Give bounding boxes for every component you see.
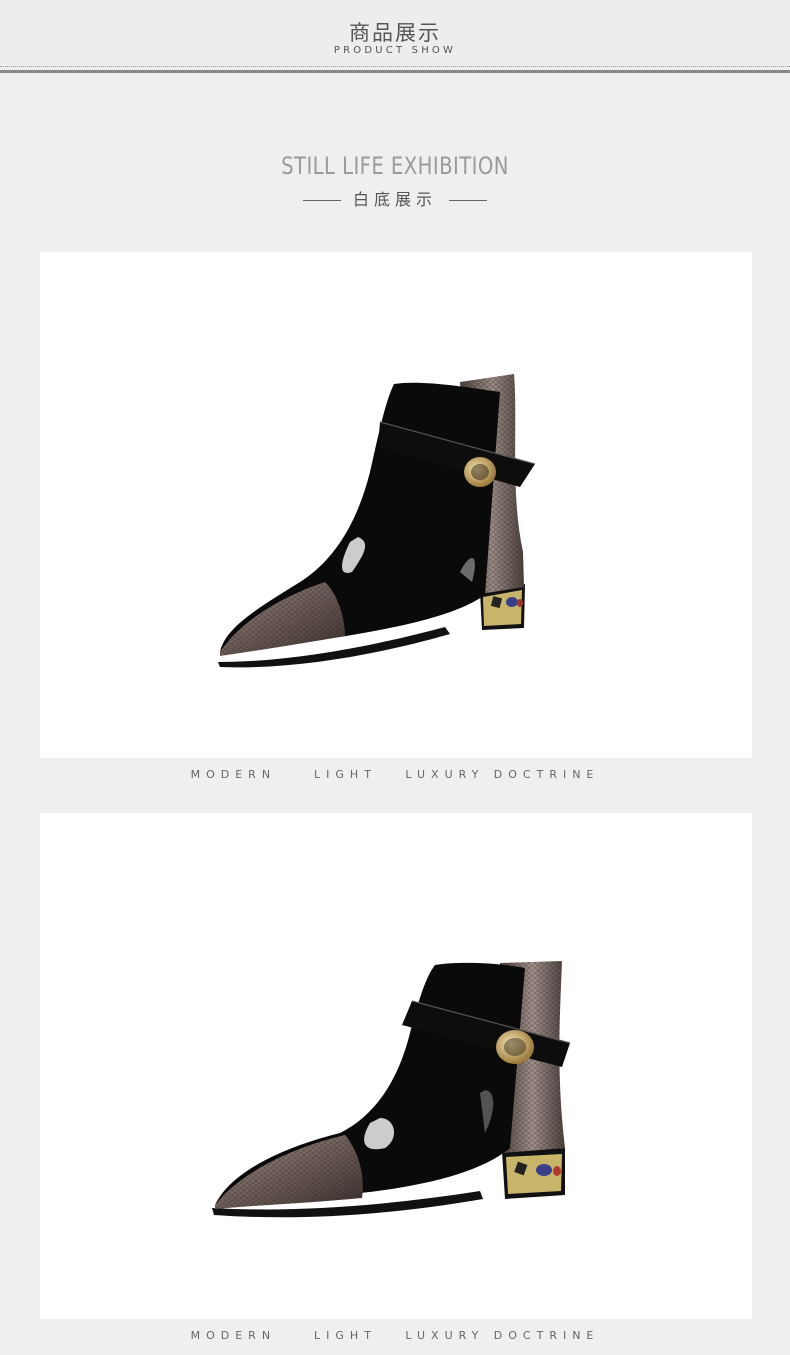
header-en-subtitle: PRODUCT SHOW: [333, 45, 457, 56]
tagline-2: MODERN LIGHT LUXURY DOCTRINE: [190, 1329, 600, 1342]
header-divider: [0, 70, 790, 73]
product-image-card-1: [40, 252, 752, 758]
section-subtitle-row: 白底展示: [0, 186, 790, 210]
product-image-card-2: [40, 813, 752, 1319]
subtitle-left-dash: [302, 200, 341, 201]
boot-image-1: [218, 374, 536, 668]
tagline-1: MODERN LIGHT LUXURY DOCTRINE: [190, 768, 600, 781]
section-subtitle: 白底展示: [352, 190, 437, 209]
header-cn-title: 商品展示: [349, 21, 441, 45]
boot-image-2: [212, 961, 571, 1218]
section-title: STILL LIFE EXHIBITION: [281, 152, 509, 180]
page-header: 商品展示 PRODUCT SHOW: [0, 0, 790, 76]
subtitle-right-dash: [449, 200, 487, 201]
header-dotted-divider: [0, 66, 790, 67]
